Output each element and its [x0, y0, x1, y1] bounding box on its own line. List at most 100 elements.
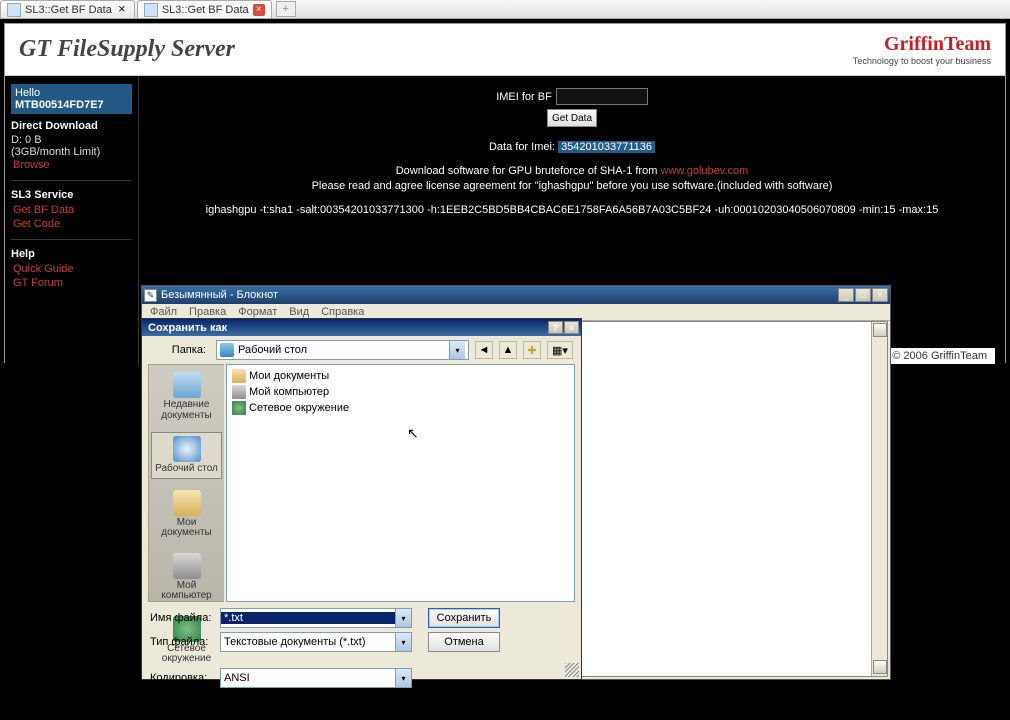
notepad-title: Безымянный - Блокнот: [161, 289, 278, 301]
brand-slogan: Technology to boost your business: [853, 56, 991, 66]
page-header: GT FileSupply Server GriffinTeam Technol…: [5, 24, 1005, 76]
browse-link[interactable]: Browse: [11, 158, 132, 172]
up-button[interactable]: ▲: [499, 341, 517, 359]
computer-icon: [173, 553, 201, 579]
cursor-icon: ↖: [407, 425, 419, 442]
file-item-mynet[interactable]: Сетевое окружение: [230, 400, 571, 416]
menu-file[interactable]: Файл: [150, 306, 177, 318]
notepad-icon: ✎: [144, 289, 157, 302]
dd-usage: D: 0 B: [11, 134, 132, 146]
command-line: ighashgpu -t:sha1 -salt:0035420103377130…: [159, 204, 985, 216]
menu-help[interactable]: Справка: [321, 306, 364, 318]
chevron-down-icon[interactable]: ▾: [395, 669, 411, 687]
menu-edit[interactable]: Правка: [189, 306, 226, 318]
menu-view[interactable]: Вид: [289, 306, 309, 318]
encoding-combo[interactable]: ANSI ▾: [220, 668, 412, 688]
tab-title: SL3::Get BF Data: [25, 4, 112, 16]
place-computer[interactable]: Мой компьютер: [151, 550, 222, 605]
documents-icon: [173, 490, 201, 516]
get-bf-data-link[interactable]: Get BF Data: [11, 203, 132, 217]
place-label: Мои документы: [152, 518, 221, 539]
chevron-down-icon[interactable]: ▾: [395, 609, 411, 627]
chevron-down-icon[interactable]: ▾: [395, 633, 411, 651]
folder-combo[interactable]: Рабочий стол ▾: [216, 340, 469, 360]
new-folder-button[interactable]: ✚: [523, 341, 541, 359]
get-data-button[interactable]: Get Data: [547, 109, 597, 127]
scrollbar[interactable]: [871, 322, 887, 676]
tab-title: SL3::Get BF Data: [162, 4, 249, 16]
brand: GriffinTeam Technology to boost your bus…: [853, 33, 991, 66]
help-button[interactable]: ?: [548, 321, 563, 334]
filename-label: Имя файла:: [150, 612, 214, 624]
gt-forum-link[interactable]: GT Forum: [11, 276, 132, 290]
file-item-label: Мои документы: [249, 370, 329, 382]
imei-label: IMEI for BF: [496, 91, 552, 103]
cancel-button[interactable]: Отмена: [428, 632, 500, 652]
filename-combo[interactable]: *.txt ▾: [220, 608, 412, 628]
place-recent[interactable]: Недавние документы: [151, 369, 222, 424]
filetype-value: Текстовые документы (*.txt): [221, 636, 395, 648]
quick-guide-link[interactable]: Quick Guide: [11, 262, 132, 276]
filetype-combo[interactable]: Текстовые документы (*.txt) ▾: [220, 632, 412, 652]
close-button[interactable]: ×: [564, 321, 579, 334]
place-label: Мой компьютер: [152, 581, 221, 602]
back-button[interactable]: ◄: [475, 341, 493, 359]
maximize-button[interactable]: □: [855, 288, 871, 302]
menu-format[interactable]: Формат: [238, 306, 277, 318]
dd-limit: (3GB/month Limit): [11, 146, 132, 158]
chevron-down-icon[interactable]: ▾: [449, 341, 465, 359]
golubev-link[interactable]: www.golubev.com: [660, 165, 748, 177]
sidebar: Hello MTB00514FD7E7 Direct Download D: 0…: [5, 76, 139, 366]
save-as-dialog: Сохранить как ? × Папка: Рабочий стол ▾ …: [141, 318, 582, 680]
page-icon: [144, 3, 158, 17]
dl-text-pre: Download software for GPU bruteforce of …: [396, 165, 661, 177]
filetype-label: Тип файла:: [150, 636, 214, 648]
close-button[interactable]: ×: [872, 288, 888, 302]
recent-icon: [173, 372, 201, 398]
place-desktop[interactable]: Рабочий стол: [151, 432, 222, 479]
scroll-down-icon[interactable]: [873, 660, 887, 674]
hello-prefix: Hello: [15, 87, 40, 99]
desktop-icon: [220, 343, 234, 357]
folder-label: Папка:: [150, 344, 210, 356]
places-bar: Недавние документы Рабочий стол Мои доку…: [148, 364, 224, 602]
imei-input[interactable]: [556, 88, 648, 105]
file-list[interactable]: Мои документы Мой компьютер Сетевое окру…: [226, 364, 575, 602]
direct-download-heading: Direct Download: [11, 120, 132, 132]
resize-grip-icon[interactable]: [565, 663, 579, 677]
footer-copyright: © 2006 GriffinTeam: [884, 348, 995, 364]
encoding-value: ANSI: [221, 672, 395, 684]
place-label: Недавние документы: [152, 400, 221, 421]
hello-user: MTB00514FD7E7: [15, 99, 104, 111]
close-icon[interactable]: ⨯: [116, 4, 128, 16]
saveas-titlebar[interactable]: Сохранить как ? ×: [142, 319, 581, 336]
minimize-button[interactable]: _: [838, 288, 854, 302]
computer-icon: [232, 385, 246, 399]
view-menu-button[interactable]: ▦▾: [547, 341, 573, 359]
save-button[interactable]: Сохранить: [428, 608, 500, 628]
sl3-heading: SL3 Service: [11, 189, 132, 201]
page-icon: [7, 3, 21, 17]
data-for-label: Data for Imei:: [489, 141, 555, 153]
logo-text: GT FileSupply Server: [19, 36, 235, 63]
folder-icon: [232, 369, 246, 383]
get-code-link[interactable]: Get Code: [11, 217, 132, 231]
file-item-mycomp[interactable]: Мой компьютер: [230, 384, 571, 400]
close-icon[interactable]: ×: [253, 4, 265, 16]
network-icon: [232, 401, 246, 415]
brand-name: GriffinTeam: [853, 33, 991, 56]
filename-value: *.txt: [221, 612, 395, 624]
agree-text: Please read and agree license agreement …: [159, 180, 985, 192]
file-item-label: Сетевое окружение: [249, 402, 349, 414]
hello-banner: Hello MTB00514FD7E7: [11, 84, 132, 114]
help-heading: Help: [11, 248, 132, 260]
new-tab-button[interactable]: +: [276, 1, 296, 17]
file-item-label: Мой компьютер: [249, 386, 329, 398]
desktop-icon: [173, 436, 201, 462]
scroll-up-icon[interactable]: [873, 323, 887, 337]
browser-tab-1[interactable]: SL3::Get BF Data ⨯: [0, 0, 135, 18]
file-item-mydocs[interactable]: Мои документы: [230, 368, 571, 384]
notepad-titlebar[interactable]: ✎ Безымянный - Блокнот _ □ ×: [142, 286, 890, 304]
browser-tab-2[interactable]: SL3::Get BF Data ×: [137, 0, 272, 18]
place-documents[interactable]: Мои документы: [151, 487, 222, 542]
